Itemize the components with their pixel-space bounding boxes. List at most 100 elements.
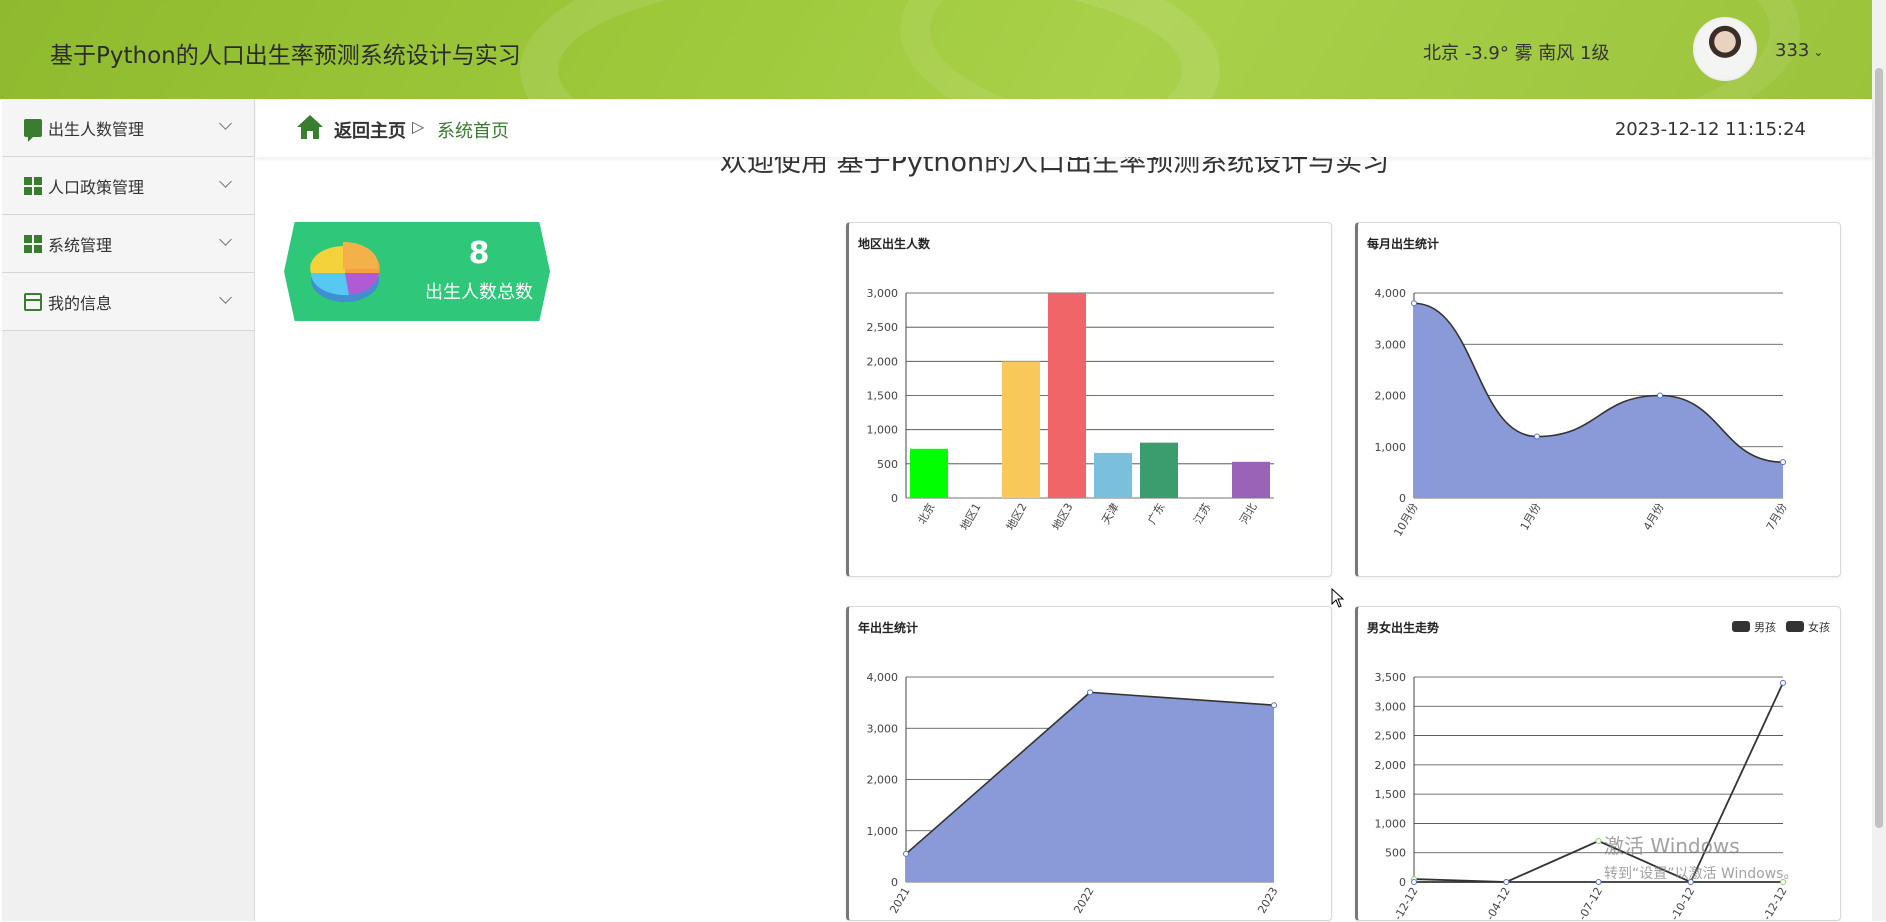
bar xyxy=(1094,452,1132,498)
y-tick-label: 1,500 xyxy=(1375,788,1407,801)
y-tick-label: 3,000 xyxy=(867,287,899,300)
x-tick-label: 10月份 xyxy=(1391,501,1420,539)
y-tick-label: 500 xyxy=(1385,847,1406,860)
x-tick-label: -10-12 xyxy=(1668,885,1697,922)
region-birth-chart: 地区出生人数 0 500 1,000 1,500 2,000 2,500 3,000 北京 地区… xyxy=(846,222,1332,577)
data-point xyxy=(1534,433,1540,440)
x-tick-label: 天津 xyxy=(1099,501,1121,527)
clock: 2023-12-12 11:15:24 xyxy=(1614,119,1806,140)
x-tick-label: -12-12 xyxy=(1760,885,1789,922)
x-tick-label: -12-12 xyxy=(1391,885,1420,922)
x-tick-label: 地区2 xyxy=(1004,501,1030,533)
bar xyxy=(910,448,948,498)
y-tick-label: 2,000 xyxy=(867,774,899,787)
y-tick-label: 4,000 xyxy=(867,671,899,684)
x-tick-label: 地区1 xyxy=(958,501,984,533)
y-tick-label: 2,500 xyxy=(867,321,899,334)
y-tick-label: 0 xyxy=(1399,876,1406,889)
sidebar-item-policy-management[interactable]: 人口政策管理 xyxy=(2,157,254,215)
y-tick-label: 2,000 xyxy=(1375,390,1407,403)
chat-icon xyxy=(24,118,42,142)
weather-info: 北京 -3.9° 雾 南风 1级 xyxy=(1423,43,1610,64)
sidebar-item-birth-management[interactable]: 出生人数管理 xyxy=(2,99,254,157)
chevron-down-icon xyxy=(219,117,232,130)
x-tick-label: 4月份 xyxy=(1641,501,1667,533)
pie-chart-icon xyxy=(310,241,380,302)
y-tick-label: 3,000 xyxy=(1375,700,1407,713)
x-tick-label: 广东 xyxy=(1145,501,1167,527)
data-point xyxy=(903,850,909,857)
chevron-down-icon: ⌄ xyxy=(1813,45,1824,59)
data-point xyxy=(1595,879,1602,885)
y-tick-label: 0 xyxy=(891,492,898,505)
top-header: 基于Python的人口出生率预测系统设计与实习 北京 -3.9° 雾 南风 1级… xyxy=(0,0,1872,99)
bar xyxy=(1232,461,1270,498)
x-tick-label: -04-12 xyxy=(1484,885,1513,922)
page-scrollbar[interactable] xyxy=(1872,0,1886,921)
x-tick-label: 2022 xyxy=(1071,885,1096,916)
data-point xyxy=(1780,679,1786,686)
user-menu[interactable]: 333 ⌄ xyxy=(1775,40,1823,61)
sidebar-item-my-info[interactable]: 我的信息 xyxy=(2,273,254,331)
x-tick-label: 北京 xyxy=(914,501,937,527)
watermark-title: 激活 Windows xyxy=(1604,834,1740,858)
data-point xyxy=(1780,459,1786,466)
sidebar-item-label: 我的信息 xyxy=(48,293,113,313)
bar xyxy=(1002,361,1040,498)
sidebar: 出生人数管理 人口政策管理 系统管理 我的信息 xyxy=(2,99,255,921)
bar xyxy=(1048,293,1086,498)
y-tick-label: 1,000 xyxy=(867,424,899,437)
sidebar-item-system-management[interactable]: 系统管理 xyxy=(2,215,254,273)
monthly-birth-chart: 每月出生统计 0 1,000 2,000 3,000 4,000 10月份 1月份 4月份 7月… xyxy=(1355,222,1841,577)
bar xyxy=(1140,442,1178,498)
breadcrumb-home-link[interactable]: 返回主页 xyxy=(334,117,406,143)
y-tick-label: 2,000 xyxy=(867,355,899,368)
x-tick-label: -07-12 xyxy=(1576,885,1605,922)
x-tick-label: 1月份 xyxy=(1518,501,1544,533)
data-point xyxy=(1595,838,1602,844)
x-tick-label: 河北 xyxy=(1237,501,1259,527)
x-tick-label: 江苏 xyxy=(1191,501,1213,527)
yearly-birth-chart: 年出生统计 0 1,000 2,000 3,000 4,000 2021 2022 2023 xyxy=(846,606,1332,921)
chart-canvas: 0 1,000 2,000 3,000 4,000 2021 2022 2023 xyxy=(867,671,1281,916)
x-tick-label: 地区3 xyxy=(1050,501,1076,533)
breadcrumb-current[interactable]: 系统首页 xyxy=(437,117,509,143)
y-tick-label: 2,500 xyxy=(1375,730,1407,743)
grid-icon xyxy=(24,176,42,195)
y-tick-label: 1,500 xyxy=(867,390,899,403)
y-tick-label: 1,000 xyxy=(867,825,899,838)
y-tick-label: 3,000 xyxy=(1375,338,1407,351)
y-tick-label: 2,000 xyxy=(1375,759,1407,772)
chevron-down-icon xyxy=(219,175,232,188)
data-point xyxy=(1087,689,1093,696)
y-tick-label: 0 xyxy=(1399,492,1406,505)
data-point xyxy=(1271,702,1277,709)
chevron-down-icon xyxy=(219,291,232,304)
birth-total-stat: 8 出生人数总数 xyxy=(284,222,550,321)
y-tick-label: 4,000 xyxy=(1375,287,1407,300)
data-point xyxy=(1503,879,1510,885)
windows-activation-watermark: 激活 Windows 转到“设置”以激活 Windows。 xyxy=(1604,830,1797,883)
scrollbar-thumb[interactable] xyxy=(1875,68,1883,828)
data-point xyxy=(1411,879,1417,885)
watermark-subtitle: 转到“设置”以激活 Windows。 xyxy=(1604,866,1798,882)
avatar[interactable] xyxy=(1693,17,1757,81)
stat-label: 出生人数总数 xyxy=(425,282,533,303)
mouse-cursor-icon xyxy=(1331,588,1345,608)
x-tick-label: 7月份 xyxy=(1764,501,1790,533)
breadcrumb: 返回主页 ▷ 系统首页 2023-12-12 11:15:24 xyxy=(256,99,1872,157)
app-title: 基于Python的人口出生率预测系统设计与实习 xyxy=(50,43,521,69)
y-tick-label: 0 xyxy=(891,876,898,889)
grid-icon xyxy=(24,234,42,253)
sidebar-item-label: 系统管理 xyxy=(48,235,113,255)
y-tick-label: 1,000 xyxy=(1375,441,1407,454)
chevron-down-icon xyxy=(219,233,232,246)
breadcrumb-separator: ▷ xyxy=(412,117,425,136)
home-icon[interactable] xyxy=(296,114,324,140)
data-point xyxy=(1411,300,1417,307)
user-name: 333 xyxy=(1775,40,1810,61)
y-tick-label: 1,000 xyxy=(1375,817,1407,830)
sidebar-item-label: 人口政策管理 xyxy=(48,177,145,197)
chart-canvas: 0 1,000 2,000 3,000 4,000 10月份 1月份 4月份 7月份 xyxy=(1375,287,1790,539)
area-fill xyxy=(1414,303,1783,498)
